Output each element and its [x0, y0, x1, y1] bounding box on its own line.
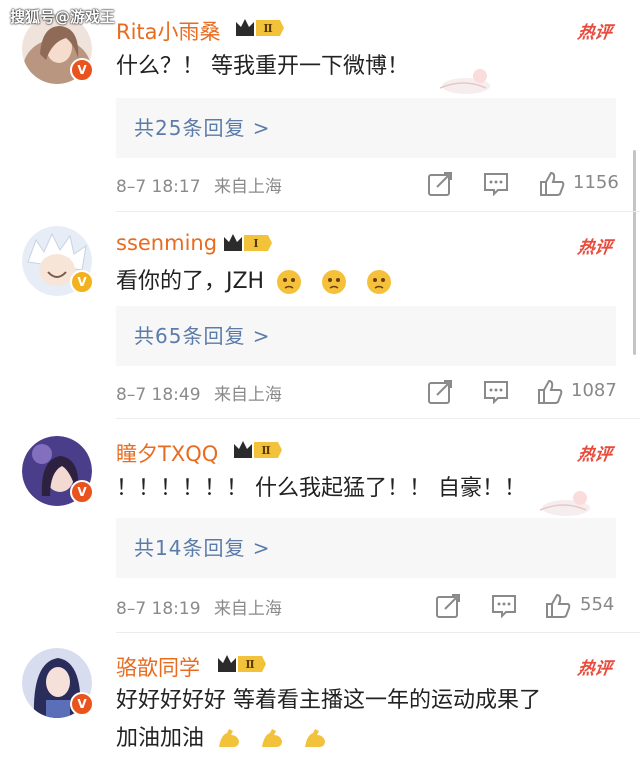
flexed-biceps-icon — [305, 729, 326, 747]
flexed-biceps-icon — [262, 729, 283, 747]
comment-text-body: 加油加油 — [116, 726, 205, 751]
comment-icon[interactable] — [482, 378, 510, 406]
reply-count[interactable]: 共65条回复 > — [134, 320, 271, 349]
comment-date: 8–7 18:19 — [116, 599, 201, 619]
crown-level-badge: Ⅱ — [236, 19, 284, 36]
reply-count[interactable]: 共25条回复 > — [134, 112, 271, 141]
avatar[interactable]: V — [22, 648, 94, 718]
reply-link[interactable]: 共14条回复 > — [116, 518, 616, 578]
avatar[interactable]: V — [22, 226, 94, 296]
reply-link[interactable]: 共65条回复 > — [116, 306, 616, 366]
share-icon[interactable] — [434, 592, 462, 620]
pleading-emoji-icon — [367, 270, 392, 294]
like-icon[interactable] — [538, 170, 566, 198]
scrollbar[interactable] — [633, 150, 636, 355]
sticker-cat — [439, 69, 490, 94]
share-icon[interactable] — [426, 170, 454, 198]
like-icon[interactable] — [536, 378, 564, 406]
comment-date: 8–7 18:49 — [116, 385, 201, 405]
comment-text: 什么？！ 等我重开一下微博！ — [116, 54, 409, 79]
comment-text: 好好好好好 等着看主播这一年的运动成果了 — [116, 688, 541, 713]
hot-badge: 热评 — [576, 238, 614, 258]
divider — [116, 632, 640, 633]
pleading-emoji-icon — [277, 270, 302, 294]
svg-text:Ⅱ: Ⅱ — [245, 658, 254, 671]
svg-text:Ⅱ: Ⅱ — [261, 444, 270, 457]
verified-badge: V — [70, 480, 94, 504]
username[interactable]: 瞳夕TXQQ — [116, 438, 218, 468]
divider — [116, 211, 640, 212]
reply-link[interactable]: 共25条回复 > — [116, 98, 616, 158]
comment-location: 来自上海 — [213, 177, 282, 197]
comment-icon[interactable] — [482, 170, 510, 198]
divider — [116, 418, 640, 419]
comment-date: 8–7 18:17 — [116, 177, 201, 197]
hot-badge: 热评 — [576, 659, 614, 679]
like-count: 554 — [580, 594, 615, 615]
sticker-cat — [539, 491, 590, 516]
hot-badge: 热评 — [576, 23, 614, 43]
like-count: 1156 — [573, 172, 619, 193]
verified-badge: V — [70, 692, 94, 716]
reply-count[interactable]: 共14条回复 > — [134, 532, 271, 561]
crown-level-badge: Ⅱ — [234, 441, 282, 458]
comment-text: ！！！！！！ 什么我起猛了！！ 自豪！！ — [116, 476, 526, 501]
svg-text:Ⅱ: Ⅱ — [263, 22, 272, 35]
comment-location: 来自上海 — [213, 599, 282, 619]
username[interactable]: ssenming — [116, 231, 217, 255]
hot-badge: 热评 — [576, 445, 614, 465]
watermark: 搜狐号@游戏王 — [10, 8, 116, 26]
crown-level-badge: Ⅰ — [224, 234, 272, 251]
comment-meta: 8–7 18:19 来自上海 — [116, 594, 282, 619]
like-count: 1087 — [571, 380, 617, 401]
share-icon[interactable] — [426, 378, 454, 406]
avatar[interactable]: V — [22, 436, 94, 506]
comment-location: 来自上海 — [213, 385, 282, 405]
comment-meta: 8–7 18:49 来自上海 — [116, 380, 282, 405]
verified-badge: V — [70, 58, 94, 82]
verified-badge: V — [70, 270, 94, 294]
comment-text: 看你的了，JZH — [116, 265, 393, 299]
crown-level-badge: Ⅱ — [218, 655, 266, 672]
flexed-biceps-icon — [219, 729, 240, 747]
username[interactable]: Rita小雨桑 — [116, 16, 221, 46]
comment-meta: 8–7 18:17 来自上海 — [116, 172, 282, 197]
like-icon[interactable] — [544, 592, 572, 620]
svg-text:Ⅰ: Ⅰ — [253, 237, 258, 250]
username[interactable]: 骆歆同学 — [116, 652, 200, 682]
comment-icon[interactable] — [490, 592, 518, 620]
pleading-emoji-icon — [322, 270, 347, 294]
comment-text-line2: 加油加油 — [116, 722, 329, 756]
comment-text-body: 看你的了，JZH — [116, 269, 265, 294]
